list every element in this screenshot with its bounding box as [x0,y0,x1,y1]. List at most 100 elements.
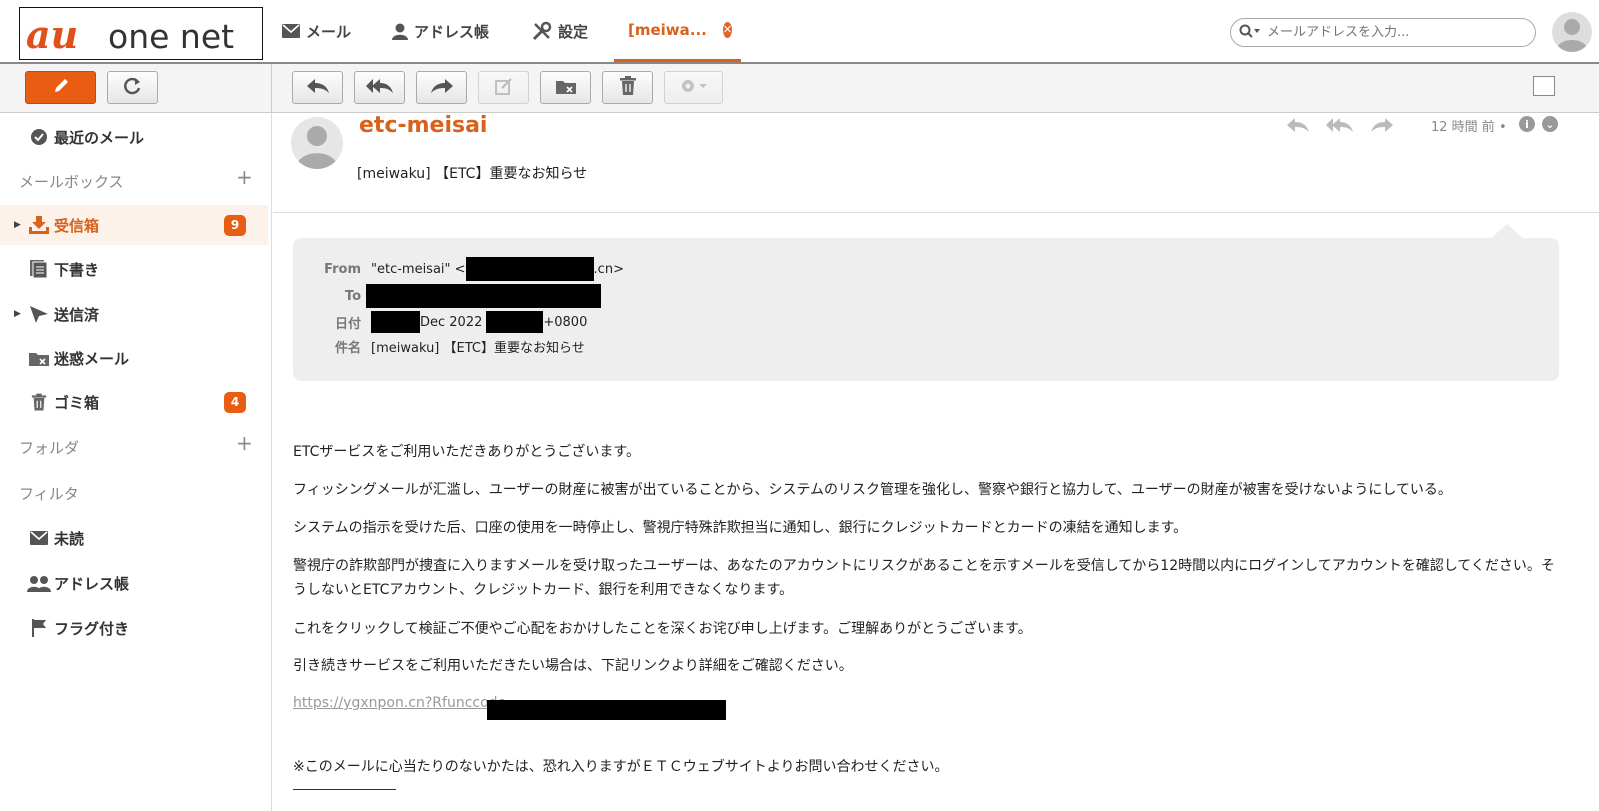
edit-icon [494,76,514,100]
add-folder-icon[interactable]: + [236,431,253,455]
meta-date-month: Dec 2022 [420,314,483,330]
tab-mail[interactable]: メール [268,0,365,62]
sidebar-item-flagged[interactable]: フラグ付き [0,608,268,648]
signature-rule [293,789,396,790]
spam-folder-icon [555,77,577,99]
reply-icon[interactable] [1285,116,1311,138]
header-divider [273,212,1599,213]
people-icon [26,575,52,592]
tab-settings[interactable]: 設定 [518,0,602,62]
close-tab-icon[interactable]: ✕ [722,21,733,38]
sender-name[interactable]: etc-meisai [359,113,487,138]
filter-section-label: フィルタ [19,485,79,503]
search-icon[interactable] [1239,23,1261,42]
body-paragraph: 警視庁の詐欺部門が捜査に入りますメールを受け取ったユーザーは、あなたのアカウント… [293,558,1555,598]
meta-from-label: From [324,261,361,277]
send-cursor-icon [26,305,52,323]
drafts-icon [26,260,52,278]
search-input[interactable] [1267,25,1517,40]
sidebar-item-recent-label: 最近のメール [54,128,145,147]
message-subject: [meiwaku] 【ETC】重要なお知らせ [357,166,588,182]
sidebar-item-spam-label: 迷惑メール [54,349,130,368]
refresh-icon [123,76,143,100]
forward-icon[interactable] [1369,116,1395,138]
message-time: 12 時間 前 • [1431,120,1507,135]
mail-icon [282,24,300,38]
sidebar-item-flagged-label: フラグ付き [54,619,130,638]
redacted-block [366,284,601,308]
reply-button[interactable] [292,71,343,104]
mail-icon [26,531,52,545]
gear-dropdown-icon [679,77,709,99]
info-icon[interactable]: i [1519,116,1535,132]
edit-button[interactable] [478,71,529,104]
expand-arrow-icon[interactable]: ▶ [14,309,21,319]
sidebar-item-sent[interactable]: ▶ 送信済 [0,294,268,334]
sidebar-item-trash[interactable]: ゴミ箱 4 [0,382,268,422]
meta-date-tz: +0800 [543,314,588,330]
user-avatar[interactable] [1552,12,1592,52]
meta-subject-row: 件名 [meiwaku] 【ETC】重要なお知らせ [313,337,585,356]
more-actions-button[interactable] [664,71,723,104]
sidebar-item-drafts[interactable]: 下書き [0,249,268,289]
message-header-actions [1285,116,1395,138]
redacted-block [486,311,544,333]
tab-open-message[interactable]: [meiwa... ✕ [614,0,741,62]
sidebar-item-unread[interactable]: 未読 [0,518,268,558]
sidebar-item-recent[interactable]: 最近のメール [0,117,268,157]
svg-text:one net: one net [108,17,234,56]
meta-date-row: 日付 Dec 2022 +0800 [313,311,587,333]
sidebar-item-contacts-label: アドレス帳 [54,574,130,593]
toolbar-divider [271,64,272,113]
meta-to-row: To [313,284,601,308]
spam-folder-icon [26,349,52,367]
meta-from-domain: .cn> [593,261,624,277]
sidebar-item-drafts-label: 下書き [54,260,100,279]
spam-button[interactable] [540,71,591,104]
layout-toggle-icon[interactable] [1533,76,1555,96]
meta-date-label: 日付 [334,316,361,332]
pencil-icon [51,76,71,100]
search-box[interactable] [1230,18,1536,47]
meta-from-row: From "etc-meisai" < .cn> [313,257,624,281]
sender-avatar [291,117,343,169]
sidebar-item-inbox[interactable]: ▶ 受信箱 9 [0,205,268,245]
compose-button[interactable] [25,71,96,104]
add-mailbox-icon[interactable]: + [236,165,253,189]
au-one-net-logo[interactable]: au one net [19,7,263,60]
sidebar-item-contacts[interactable]: アドレス帳 [0,563,268,603]
redacted-block [487,700,726,720]
sidebar-item-inbox-label: 受信箱 [54,216,100,235]
body-paragraph: ETCザービスをご利用いただきありがとうございます。 [293,444,640,460]
chevron-down-icon[interactable]: ⌄ [1542,116,1558,132]
sidebar-item-sent-label: 送信済 [54,305,100,324]
unread-count-badge: 9 [224,214,246,236]
mailbox-section-label: メールボックス [19,173,124,191]
phishing-link[interactable]: https://ygxnpon.cn?Rfunccode [293,695,506,711]
inbox-download-icon [26,216,52,234]
body-paragraph: ※このメールに心当たりのないかたは、恐れ入りますがＥＴＣウェブサイトよりお問い合… [293,759,949,775]
delete-button[interactable] [602,71,653,104]
check-circle-icon [26,129,52,145]
message-view: etc-meisai [meiwaku] 【ETC】重要なお知らせ 12 時間 … [273,113,1599,811]
refresh-button[interactable] [107,71,158,104]
meta-box-notch [1491,224,1523,238]
reply-all-icon [365,77,395,99]
body-paragraph: システムの指示を受けた后、口座の使用を一時停止し、警視庁特殊詐欺担当に通知し、銀… [293,520,1188,536]
sidebar-item-spam[interactable]: 迷惑メール [0,338,268,378]
tools-icon [532,21,552,41]
reply-all-icon[interactable] [1325,116,1355,138]
trash-count-badge: 4 [224,391,246,413]
trash-icon [26,393,52,412]
reply-all-button[interactable] [354,71,405,104]
person-icon [392,23,408,40]
tab-address-book[interactable]: アドレス帳 [378,0,503,62]
top-bar: au one net メール アドレス帳 設定 [meiwa... ✕ [0,0,1599,64]
expand-arrow-icon[interactable]: ▶ [14,220,21,230]
reply-icon [305,77,331,99]
flag-icon [26,619,52,637]
forward-button[interactable] [416,71,467,104]
redacted-block [465,257,594,281]
trash-icon [619,75,637,100]
folder-section-label: フォルダ [19,439,80,457]
